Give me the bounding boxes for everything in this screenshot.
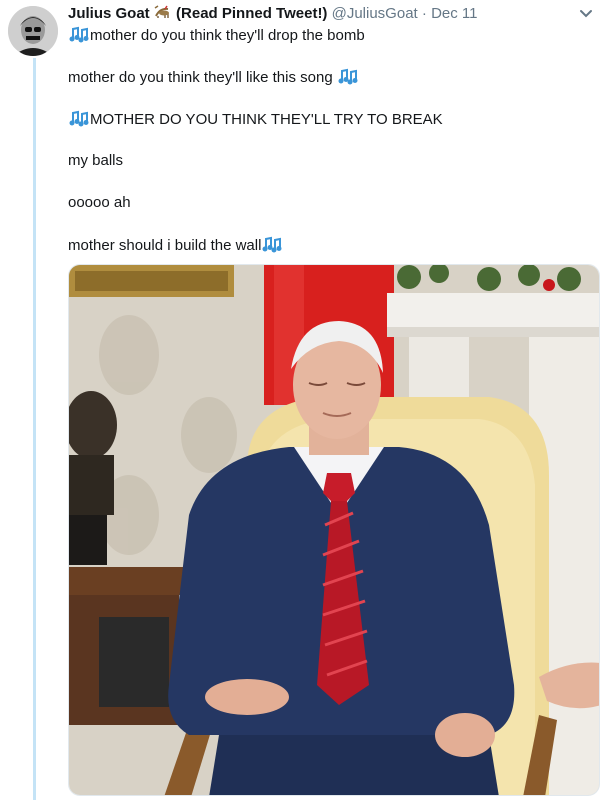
goat-emoji-icon xyxy=(154,5,176,22)
musical-notes-icon xyxy=(337,68,359,90)
musical-notes-icon xyxy=(68,26,90,48)
tweet-line-3: MOTHER DO YOU THINK THEY'LL TRY TO BREAK xyxy=(68,110,443,132)
musical-notes-icon xyxy=(68,110,90,132)
avatar-portrait-image xyxy=(8,6,58,56)
tweet-line-4: my balls xyxy=(68,152,123,170)
display-name[interactable]: Julius Goat xyxy=(68,5,150,22)
tweet-line-text: mother do you think they'll drop the bom… xyxy=(90,27,365,44)
thread-line xyxy=(33,58,36,800)
tweet-line-2: mother do you think they'll like this so… xyxy=(68,68,359,90)
tweet-line-5: ooooo ah xyxy=(68,194,131,212)
tweet-line-text: mother should i build the wall xyxy=(68,237,262,254)
tweet-line-text: my balls xyxy=(68,152,124,169)
chevron-down-icon[interactable] xyxy=(575,5,597,23)
tweet-header: Julius Goat (Read Pinned Tweet!) @Julius… xyxy=(68,5,477,23)
header-separator: · xyxy=(421,5,427,22)
user-handle[interactable]: @JuliusGoat xyxy=(332,5,418,22)
tweet-line-1: mother do you think they'll drop the bom… xyxy=(68,26,365,48)
tweet-line-text: mother do you think they'll like this so… xyxy=(68,69,333,86)
tweet-line-text: ooooo ah xyxy=(68,194,131,211)
pinned-label: (Read Pinned Tweet!) xyxy=(176,5,328,22)
tweet-line-6: mother should i build the wall xyxy=(68,236,283,258)
tweet-date[interactable]: Dec 11 xyxy=(431,5,477,22)
tweet-line-text: MOTHER DO YOU THINK THEY'LL TRY TO BREAK xyxy=(90,111,443,128)
tweet-photo[interactable] xyxy=(68,264,600,796)
avatar[interactable] xyxy=(8,6,58,56)
musical-notes-icon xyxy=(261,236,283,258)
photo-illustration xyxy=(69,265,599,795)
